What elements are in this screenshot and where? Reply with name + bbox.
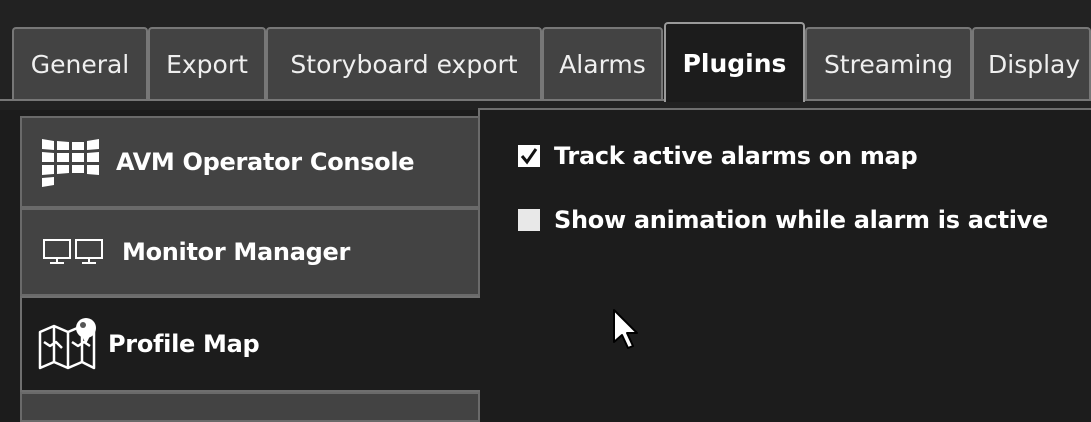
sidebar-item-profile-map[interactable]: Profile Map: [20, 296, 480, 392]
sidebar-item-label: AVM Operator Console: [116, 148, 415, 176]
tab-label: Alarms: [559, 49, 646, 79]
map-pin-icon: [36, 316, 98, 372]
tab-label: Streaming: [823, 49, 954, 79]
video-wall-icon: [40, 135, 102, 189]
mouse-cursor-icon: [612, 308, 640, 354]
tab-streaming[interactable]: Streaming: [805, 27, 972, 99]
option-show-animation[interactable]: Show animation while alarm is active: [518, 206, 1048, 234]
sidebar-item-avm-operator-console[interactable]: AVM Operator Console: [20, 116, 480, 208]
tab-label: General: [30, 49, 130, 79]
checkbox-checked-icon[interactable]: [518, 145, 540, 167]
checkbox-unchecked-icon[interactable]: [518, 209, 540, 231]
tab-label: Export: [166, 49, 248, 79]
tab-display[interactable]: Display: [972, 27, 1091, 99]
sidebar-item-monitor-manager[interactable]: Monitor Manager: [20, 208, 480, 296]
monitors-icon: [42, 236, 106, 268]
tab-bar-divider: [0, 99, 1091, 101]
tab-storyboard-export[interactable]: Storyboard export: [266, 27, 542, 99]
tab-label: Plugins: [682, 48, 787, 78]
sidebar-item-more[interactable]: [20, 392, 480, 422]
option-track-active-alarms[interactable]: Track active alarms on map: [518, 142, 918, 170]
tab-alarms[interactable]: Alarms: [542, 27, 663, 99]
tab-label: Storyboard export: [290, 49, 518, 79]
option-label: Track active alarms on map: [554, 142, 918, 170]
tab-label: Display: [988, 49, 1081, 79]
tab-general[interactable]: General: [12, 27, 148, 99]
tab-plugins[interactable]: Plugins: [664, 22, 805, 102]
sidebar-item-label: Profile Map: [108, 330, 260, 358]
tab-export[interactable]: Export: [148, 27, 266, 99]
tab-bar: General Export Storyboard export Alarms …: [0, 0, 1091, 110]
sidebar-item-label: Monitor Manager: [122, 238, 350, 266]
option-label: Show animation while alarm is active: [554, 206, 1048, 234]
